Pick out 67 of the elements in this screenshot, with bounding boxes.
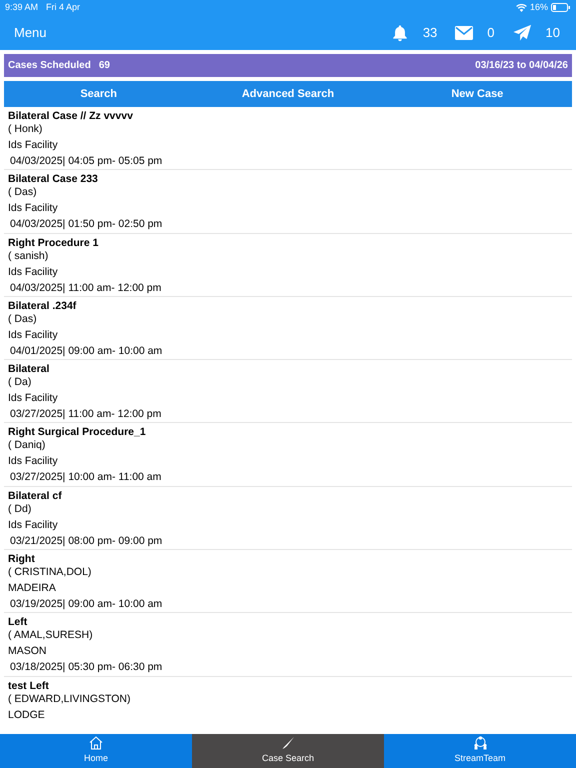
action-button[interactable]: Advanced Search	[193, 81, 383, 107]
facility-name: Ids Facility	[8, 266, 59, 279]
case-time: 04/03/2025| 01:50 pm- 02:50 pm	[9, 218, 164, 232]
case-time: 04/03/2025| 04:05 pm- 05:05 pm	[9, 155, 164, 168]
team-icon	[472, 736, 488, 750]
bell-icon[interactable]	[390, 24, 409, 42]
notification-count: 10	[546, 24, 560, 42]
patient-name: ( Honk)	[8, 123, 44, 136]
status-time: 9:39 AM	[5, 0, 38, 14]
case-row[interactable]: Bilateral .234f ( Das) Ids Facility 04/01/2025| 09:00 am- 10:00 am	[4, 296, 572, 360]
case-title: test Left	[8, 680, 50, 693]
case-title: Bilateral cf	[8, 490, 63, 503]
status-date: Fri 4 Apr	[46, 0, 80, 14]
mail-icon[interactable]	[455, 24, 474, 40]
facility-name: Ids Facility	[8, 455, 59, 468]
patient-name: ( Dd)	[8, 502, 32, 516]
facility-name: Ids Facility	[8, 518, 59, 532]
facility-name: LODGE	[8, 708, 46, 722]
tab-button[interactable]: Case Search	[192, 734, 384, 768]
battery-percent: 16%	[530, 0, 548, 14]
case-row[interactable]: Bilateral Case 233 ( Das) Ids Facility 04/03/2025| 01:50 pm- 02:50 pm	[4, 170, 572, 234]
action-button[interactable]: Search	[4, 81, 194, 107]
home-icon	[89, 736, 103, 750]
summary-count: 69	[98, 59, 110, 73]
paper-plane-icon[interactable]	[512, 24, 532, 42]
case-time: 03/27/2025| 11:00 am- 12:00 pm	[9, 408, 162, 422]
case-row[interactable]: Right Surgical Procedure_1 ( Daniq) Ids Facility 03/27/2025| 10:00 am- 11:00 am	[4, 423, 572, 487]
action-button[interactable]: New Case	[382, 81, 572, 107]
case-row[interactable]: Bilateral ( Da) Ids Facility 03/27/2025| 11:00 am- 12:00 pm	[4, 360, 572, 424]
patient-name: ( Das)	[8, 312, 38, 326]
case-row[interactable]: Bilateral Case // Zz vvvvv ( Honk) Ids Facility 04/03/2025| 04:05 pm- 05:05 pm	[4, 107, 572, 170]
patient-name: ( AMAL,SURESH)	[8, 629, 94, 642]
summary-label: Cases Scheduled	[8, 59, 91, 73]
facility-name: Ids Facility	[8, 202, 59, 216]
case-title: Left	[8, 616, 28, 630]
wifi-icon	[516, 4, 527, 12]
case-title: Bilateral Case 233	[8, 173, 99, 186]
case-row[interactable]: Right ( CRISTINA,DOL) MADEIRA 03/19/2025| 09:00 am- 10:00 am	[4, 550, 572, 614]
notification-count: 0	[487, 24, 495, 42]
case-title: Right Surgical Procedure_1	[8, 426, 147, 440]
case-title: Bilateral .234f	[8, 300, 78, 313]
patient-name: ( Daniq)	[8, 439, 46, 452]
case-title: Bilateral	[8, 363, 50, 376]
case-time: 03/27/2025| 10:00 am- 11:00 am	[9, 471, 162, 484]
case-title: Right	[8, 553, 36, 566]
case-time: 03/21/2025| 08:00 pm- 09:00 pm	[9, 534, 164, 548]
patient-name: ( Das)	[8, 186, 38, 200]
facility-name: Ids Facility	[8, 392, 59, 406]
patient-name: ( Da)	[8, 376, 32, 390]
facility-name: MADEIRA	[8, 582, 57, 596]
case-row[interactable]: Bilateral cf ( Dd) Ids Facility 03/21/2025| 08:00 pm- 09:00 pm	[4, 486, 572, 550]
case-time: 04/03/2025| 11:00 am- 12:00 pm	[9, 282, 162, 295]
case-title: Right Procedure 1	[8, 236, 100, 250]
battery-icon	[551, 3, 571, 12]
patient-name: ( EDWARD,LIVINGSTON)	[8, 692, 132, 706]
date-range: 03/16/23 to 04/04/26	[475, 59, 568, 73]
notification-count: 33	[422, 24, 438, 42]
facility-name: Ids Facility	[8, 139, 59, 152]
patient-name: ( sanish)	[8, 250, 50, 263]
case-time: 03/19/2025| 09:00 am- 10:00 am	[9, 598, 164, 612]
case-time: 03/18/2025| 05:30 pm- 06:30 pm	[9, 661, 164, 674]
patient-name: ( CRISTINA,DOL)	[8, 566, 92, 580]
facility-name: Ids Facility	[8, 328, 59, 342]
case-title: Bilateral Case // Zz vvvvv	[8, 110, 134, 123]
facility-name: MASON	[8, 645, 48, 658]
case-row[interactable]: Right Procedure 1 ( sanish) Ids Facility 04/03/2025| 11:00 am- 12:00 pm	[4, 234, 572, 297]
case-time: 04/01/2025| 09:00 am- 10:00 am	[9, 344, 164, 358]
